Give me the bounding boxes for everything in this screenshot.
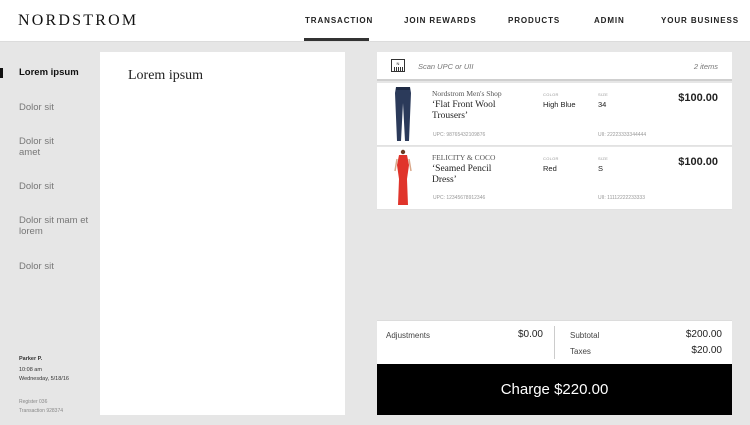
user-date: Wednesday, 5/18/16	[19, 376, 69, 382]
dress-image	[394, 149, 412, 205]
sidebar-item-dolor-sit-2[interactable]: Dolor sit	[19, 181, 97, 192]
size-label: SIZE	[598, 92, 609, 97]
nav-join-rewards[interactable]: JOIN REWARDS	[404, 16, 477, 25]
sidebar-item-lorem-ipsum[interactable]: Lorem ipsum	[19, 67, 97, 78]
nav-products[interactable]: PRODUCTS	[508, 16, 560, 25]
content-panel: Lorem ipsum	[100, 52, 345, 415]
sidebar-item-dolor-sit-mam[interactable]: Dolor sit mam et lorem	[19, 215, 97, 237]
user-time: 10:08 am	[19, 367, 42, 373]
color-label: COLOR	[543, 156, 559, 161]
subtotal-label: Subtotal	[570, 331, 600, 340]
item-uii: UII: 22223333344444	[598, 132, 647, 138]
transaction-number: Transaction 928374	[19, 408, 64, 414]
item-uii: UII: 11112222233333	[598, 195, 645, 201]
top-header: NORDSTROM TRANSACTION JOIN REWARDS PRODU…	[0, 0, 750, 42]
subtotal-value: $200.00	[685, 329, 722, 340]
sidebar-item-dolor-sit-amet[interactable]: Dolor sit amet	[19, 136, 71, 158]
item-size: 34	[598, 100, 607, 109]
active-nav-indicator	[304, 38, 369, 41]
scan-bar[interactable]: N Scan UPC or UII 2 items	[377, 52, 732, 81]
totals-panel: Adjustments $0.00 Subtotal $200.00 Taxes…	[377, 320, 732, 364]
cart-item-2[interactable]: FELICITY & COCO ‘Seamed Pencil Dress’ CO…	[377, 147, 732, 210]
size-label: SIZE	[598, 156, 609, 161]
adjustments-value[interactable]: $0.00	[518, 329, 543, 340]
barcode-scan-icon[interactable]: N	[391, 59, 405, 72]
sidebar-item-dolor-sit-1[interactable]: Dolor sit	[19, 102, 97, 113]
item-price: $100.00	[678, 92, 718, 104]
item-upc: UPC: 98765432109876	[433, 132, 486, 138]
item-name: ‘Flat Front Wool Trousers’	[432, 100, 496, 121]
item-size: S	[598, 164, 604, 173]
adjustments-label: Adjustments	[386, 331, 431, 340]
item-brand: FELICITY & COCO	[432, 153, 496, 162]
item-color: Red	[543, 164, 557, 173]
item-upc: UPC: 12345678912346	[433, 195, 486, 201]
taxes-label: Taxes	[570, 347, 591, 356]
item-brand: Nordstrom Men's Shop	[432, 89, 502, 98]
item-color: High Blue	[543, 100, 576, 109]
sidebar-item-dolor-sit-3[interactable]: Dolor sit	[19, 261, 97, 272]
cart-item-1[interactable]: Nordstrom Men's Shop ‘Flat Front Wool Tr…	[377, 83, 732, 146]
nordstrom-logo[interactable]: NORDSTROM	[18, 12, 138, 30]
items-count: 2 items	[693, 62, 718, 71]
charge-button[interactable]: Charge $220.00	[377, 364, 732, 415]
nav-your-business[interactable]: YOUR BUSINESS	[661, 16, 739, 25]
nav-admin[interactable]: ADMIN	[594, 16, 625, 25]
register-number: Register 036	[19, 399, 48, 405]
scan-input-placeholder[interactable]: Scan UPC or UII	[418, 62, 473, 71]
user-name: Parker P.	[19, 356, 43, 362]
active-sidebar-marker	[0, 68, 3, 78]
nav-transaction[interactable]: TRANSACTION	[305, 16, 373, 25]
scan-icon-letter: N	[396, 61, 400, 66]
color-label: COLOR	[543, 92, 559, 97]
item-name: ‘Seamed Pencil Dress’	[432, 164, 492, 185]
item-price: $100.00	[678, 156, 718, 168]
totals-divider	[554, 326, 555, 359]
content-title: Lorem ipsum	[128, 68, 204, 83]
taxes-value: $20.00	[691, 345, 722, 356]
trousers-image	[395, 87, 411, 141]
